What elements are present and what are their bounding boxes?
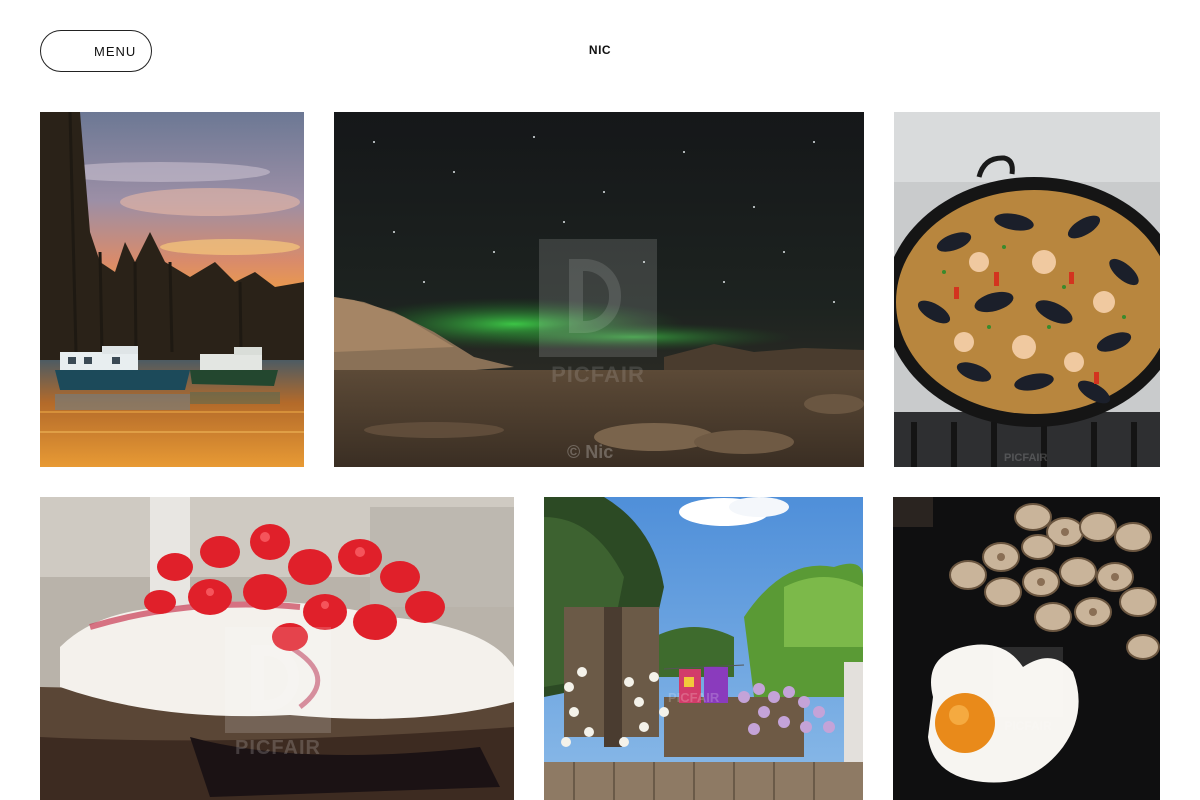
menu-label: MENU xyxy=(94,44,137,59)
site-title[interactable]: NIC xyxy=(560,43,640,57)
photo-tile-garden[interactable]: PICFAIR xyxy=(544,497,863,800)
photo-paella xyxy=(894,112,1160,467)
photo-tile-pavlova[interactable]: PICFAIR xyxy=(40,497,514,800)
menu-button[interactable]: MENU xyxy=(40,30,152,72)
site-header: MENU NIC xyxy=(0,0,1200,100)
photo-sunset-boats xyxy=(40,112,304,467)
photo-tile-egg-mushrooms[interactable]: PICFAIR xyxy=(893,497,1160,800)
photo-egg-mushrooms xyxy=(893,497,1160,800)
photo-tile-sunset-boats[interactable] xyxy=(40,112,304,467)
photo-pavlova xyxy=(40,497,514,800)
photo-tile-aurora[interactable]: PICFAIR © Nic xyxy=(334,112,864,467)
photo-garden xyxy=(544,497,863,800)
photo-aurora xyxy=(334,112,864,467)
photo-tile-paella[interactable]: PICFAIR xyxy=(894,112,1160,467)
